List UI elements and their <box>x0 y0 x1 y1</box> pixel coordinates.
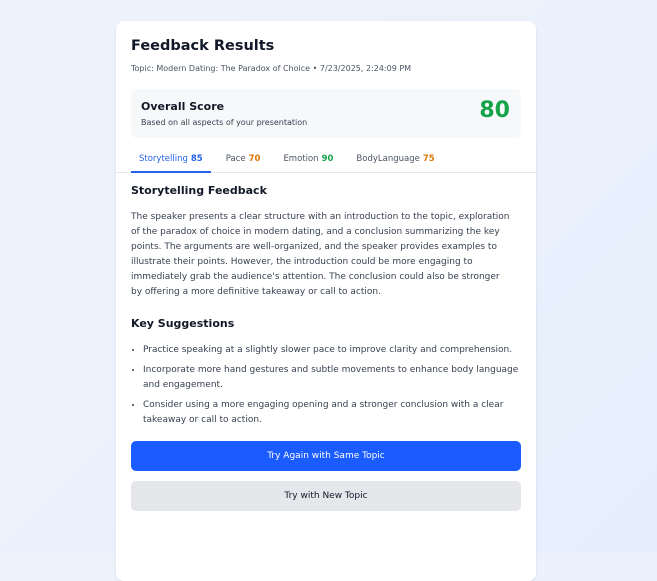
page-title: Feedback Results <box>131 38 275 54</box>
topic-subtitle: Topic: Modern Dating: The Paradox of Cho… <box>131 64 412 73</box>
feedback-section-title: Storytelling Feedback <box>131 184 267 197</box>
overall-score-label: Overall Score <box>141 100 225 113</box>
tab-label: Emotion <box>283 154 319 164</box>
feedback-text: The speaker presents a clear structure w… <box>131 212 510 297</box>
tab-label: BodyLanguage <box>356 154 420 164</box>
suggestions-list: Practice speaking at a slightly slower p… <box>131 343 523 428</box>
tab-emotion[interactable]: Emotion 90 <box>275 146 341 172</box>
tab-label: Pace <box>225 154 246 164</box>
try-again-same-topic-button[interactable]: Try Again with Same Topic <box>131 441 521 471</box>
card-header: Feedback Results Topic: Modern Dating: T… <box>116 21 536 75</box>
tab-score: 85 <box>190 154 203 164</box>
feedback-content: Storytelling Feedback The speaker presen… <box>116 184 536 428</box>
suggestion-item: Consider using a more engaging opening a… <box>143 398 523 428</box>
suggestion-item: Practice speaking at a slightly slower p… <box>143 343 523 358</box>
suggestions-section-title: Key Suggestions <box>131 317 235 330</box>
overall-score-panel: Overall Score Based on all aspects of yo… <box>131 89 521 138</box>
tab-storytelling[interactable]: Storytelling 85 <box>131 146 211 173</box>
overall-score-value: 80 <box>479 98 510 123</box>
category-tabs: Storytelling 85 Pace 70 Emotion 90 BodyL… <box>116 146 536 173</box>
feedback-card: Feedback Results Topic: Modern Dating: T… <box>116 21 536 581</box>
tab-score: 70 <box>248 154 261 164</box>
suggestion-item: Incorporate more hand gestures and subtl… <box>143 363 523 393</box>
tab-label: Storytelling <box>139 154 188 164</box>
tab-pace[interactable]: Pace 70 <box>218 146 269 172</box>
tab-score: 90 <box>321 154 334 164</box>
overall-score-description: Based on all aspects of your presentatio… <box>141 118 308 127</box>
tab-score: 75 <box>422 154 435 164</box>
try-new-topic-button[interactable]: Try with New Topic <box>131 481 521 511</box>
tab-body-language[interactable]: BodyLanguage 75 <box>348 146 442 172</box>
